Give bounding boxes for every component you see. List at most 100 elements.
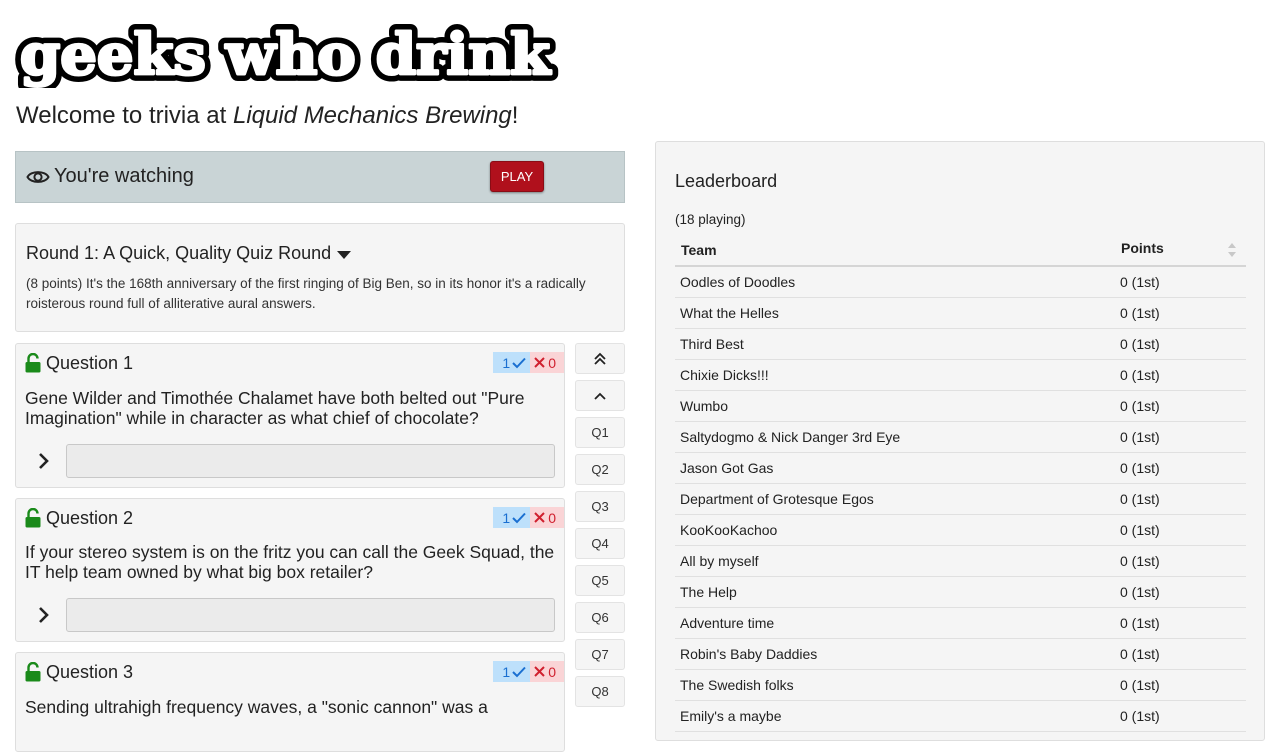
team-name: Jason Got Gas: [675, 452, 1115, 484]
team-name: The Help: [675, 576, 1115, 608]
team-name: Wumbo: [675, 390, 1115, 422]
players-count: (18 playing): [675, 212, 746, 227]
team-points: 0 (1st): [1115, 607, 1246, 639]
team-points: 0 (1st): [1115, 390, 1246, 422]
team-points: 0 (1st): [1115, 576, 1246, 608]
answer-input[interactable]: [66, 444, 555, 478]
team-points: 0 (1st): [1115, 452, 1246, 484]
chevron-up-icon: [594, 392, 606, 400]
score-badges: 1 0: [493, 507, 564, 528]
question-label: Question 1: [46, 353, 134, 373]
leaderboard-row: Robin's Baby Daddies 0 (1st): [675, 638, 1246, 670]
team-name: Emily's a maybe: [675, 700, 1115, 732]
round-info: Round 1: A Quick, Quality Quiz Round (8 …: [15, 223, 625, 332]
wrong-badge: 0: [530, 507, 564, 528]
leaderboard-row: The Help 0 (1st): [675, 576, 1246, 608]
nav-q6[interactable]: Q6: [575, 602, 625, 633]
team-points: 0 (1st): [1115, 483, 1246, 515]
correct-count: 1: [502, 663, 511, 680]
wrong-count: 0: [548, 354, 556, 371]
team-name: Adventure time: [675, 607, 1115, 639]
leaderboard-row: Saltydogmo & Nick Danger 3rd Eye 0 (1st): [675, 421, 1246, 453]
team-column-header[interactable]: Team: [675, 235, 1115, 267]
leaderboard-title: Leaderboard: [675, 171, 778, 191]
round-title-text: Round 1: A Quick, Quality Quiz Round: [26, 243, 332, 263]
team-points: 0 (1st): [1115, 638, 1246, 670]
sort-icon[interactable]: [1228, 242, 1236, 261]
leaderboard-header-row: Team Points: [675, 235, 1246, 267]
correct-count: 1: [502, 354, 511, 371]
leaderboard-row: Jason Got Gas 0 (1st): [675, 452, 1246, 484]
scroll-up-button[interactable]: [575, 380, 625, 411]
score-badges: 1 0: [493, 661, 564, 682]
team-points: 0 (1st): [1115, 421, 1246, 453]
svg-text:geeks who drink: geeks who drink: [20, 22, 551, 88]
wrong-count: 0: [548, 663, 556, 680]
correct-badge: 1: [493, 661, 531, 682]
nav-q8[interactable]: Q8: [575, 676, 625, 707]
wrong-badge: 0: [530, 661, 564, 682]
team-points: 0 (1st): [1115, 328, 1246, 360]
nav-q4[interactable]: Q4: [575, 528, 625, 559]
chevron-right-icon[interactable]: [34, 605, 54, 625]
team-points: 0 (1st): [1115, 297, 1246, 329]
unlocked-padlock-icon: [25, 661, 41, 682]
points-header-label: Points: [1121, 239, 1164, 256]
leaderboard-table: Team Points Oodles of Doodles 0 (1st) What…: [675, 235, 1246, 732]
team-name: Robin's Baby Daddies: [675, 638, 1115, 670]
welcome-prefix: Welcome to trivia at: [16, 102, 233, 129]
nav-q2[interactable]: Q2: [575, 454, 625, 485]
team-name: Chixie Dicks!!!: [675, 359, 1115, 391]
wrong-count: 0: [548, 509, 556, 526]
team-name: The Swedish folks: [675, 669, 1115, 701]
caret-down-icon: [337, 244, 352, 265]
play-button[interactable]: PLAY: [490, 161, 544, 192]
wrong-badge: 0: [530, 352, 564, 373]
team-name: Oodles of Doodles: [675, 266, 1115, 298]
nav-q7[interactable]: Q7: [575, 639, 625, 670]
team-name: Department of Grotesque Egos: [675, 483, 1115, 515]
nav-q1[interactable]: Q1: [575, 417, 625, 448]
score-badges: 1 0: [493, 352, 564, 373]
question-card-3: Question 3 1 0 Sending ultrahigh frequen…: [15, 652, 565, 752]
check-icon: [512, 666, 526, 677]
question-text: Sending ultrahigh frequency waves, a "so…: [25, 697, 488, 717]
unlocked-padlock-icon: [25, 507, 41, 528]
question-card-2: Question 2 1 0 If your stereo system is …: [15, 498, 565, 642]
answer-input[interactable]: [66, 598, 555, 632]
team-points: 0 (1st): [1115, 545, 1246, 577]
watching-bar: You're watching PLAY: [15, 151, 625, 203]
points-column-header[interactable]: Points: [1115, 235, 1246, 267]
double-chevron-up-icon: [594, 352, 606, 365]
leaderboard-row: Adventure time 0 (1st): [675, 607, 1246, 639]
correct-count: 1: [502, 509, 511, 526]
check-icon: [512, 512, 526, 523]
watching-status: You're watching: [54, 165, 194, 187]
team-name: What the Helles: [675, 297, 1115, 329]
nav-q5[interactable]: Q5: [575, 565, 625, 596]
chevron-right-icon[interactable]: [34, 451, 54, 471]
x-icon: [534, 512, 545, 523]
team-name: Third Best: [675, 328, 1115, 360]
leaderboard-row: Third Best 0 (1st): [675, 328, 1246, 360]
leaderboard-row: What the Helles 0 (1st): [675, 297, 1246, 329]
leaderboard-row: Department of Grotesque Egos 0 (1st): [675, 483, 1246, 515]
leaderboard-row: The Swedish folks 0 (1st): [675, 669, 1246, 701]
question-label: Question 2: [46, 508, 134, 528]
nav-q3[interactable]: Q3: [575, 491, 625, 522]
unlocked-padlock-icon: [25, 352, 41, 373]
question-label: Question 3: [46, 662, 134, 682]
team-points: 0 (1st): [1115, 700, 1246, 732]
leaderboard-row: Oodles of Doodles 0 (1st): [675, 266, 1246, 298]
leaderboard-row: KooKooKachoo 0 (1st): [675, 514, 1246, 546]
question-text: If your stereo system is on the fritz yo…: [25, 542, 555, 582]
round-title[interactable]: Round 1: A Quick, Quality Quiz Round: [26, 243, 352, 265]
geeks-who-drink-logo: geeks who drink geeks who drink: [14, 12, 559, 88]
team-name: KooKooKachoo: [675, 514, 1115, 546]
leaderboard-row: Wumbo 0 (1st): [675, 390, 1246, 422]
round-description: (8 points) It's the 168th anniversary of…: [26, 276, 586, 311]
team-points: 0 (1st): [1115, 266, 1246, 298]
team-points: 0 (1st): [1115, 359, 1246, 391]
welcome-suffix: !: [511, 102, 519, 129]
scroll-top-button[interactable]: [575, 343, 625, 374]
